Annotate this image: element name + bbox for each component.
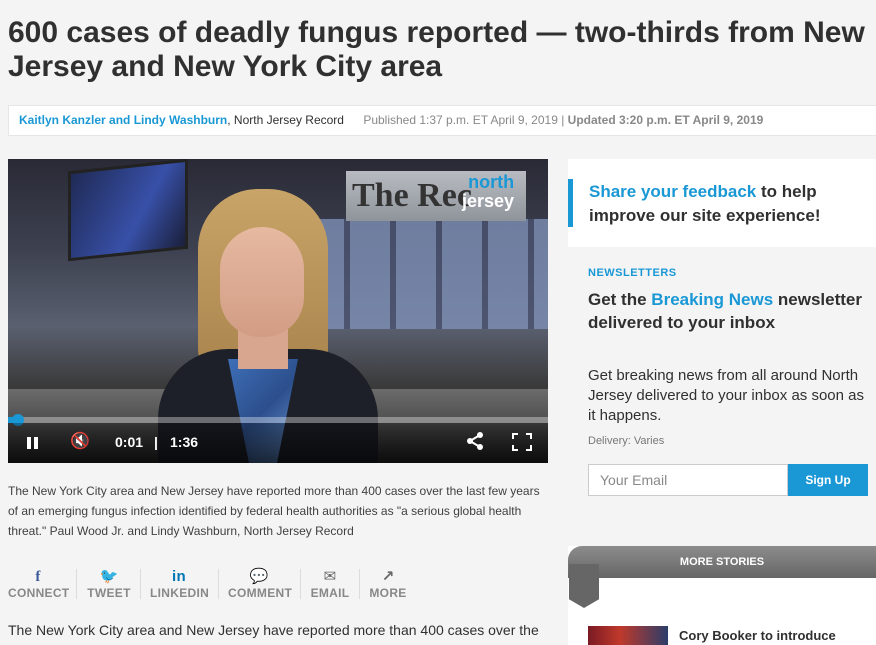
social-label: COMMENT: [228, 586, 293, 600]
envelope-icon: ✉: [323, 568, 337, 585]
tweet-button[interactable]: 🐦 TWEET: [86, 566, 132, 606]
story-thumbnail[interactable]: [588, 626, 668, 645]
newsletter-title-pre: Get the: [588, 290, 652, 309]
published-timestamp: Published 1:37 p.m. ET April 9, 2019 |: [363, 113, 568, 127]
newsletter-delivery: Delivery: Varies: [588, 435, 665, 447]
social-label: LINKEDIN: [150, 586, 210, 600]
linkedin-icon: in: [172, 568, 186, 585]
twitter-icon: 🐦: [99, 568, 119, 585]
social-label: CONNECT: [8, 586, 70, 600]
logo-line-2: jersey: [462, 191, 515, 211]
facebook-connect-button[interactable]: f CONNECT: [8, 566, 70, 606]
author-link[interactable]: Kaitlyn Kanzler and Lindy Washburn: [19, 113, 227, 127]
more-share-icon: ↗: [381, 568, 395, 585]
more-stories-header: MORE STORIES: [568, 546, 876, 578]
newsletters-label: NEWSLETTERS: [588, 267, 677, 279]
video-current-time: 0:01: [115, 434, 144, 450]
video-duration: 1:36: [170, 434, 199, 450]
newsletter-description: Get breaking news from all around North …: [588, 367, 864, 424]
feedback-link[interactable]: Share your feedback: [589, 182, 756, 201]
north-jersey-logo: north jersey: [462, 173, 514, 211]
fullscreen-icon[interactable]: [512, 431, 534, 453]
feedback-accent-bar: [568, 179, 573, 227]
story-title-link[interactable]: Cory Booker to introduce: [679, 628, 869, 643]
social-label: EMAIL: [310, 586, 350, 600]
more-stories-ribbon: [569, 564, 599, 608]
comment-button[interactable]: 💬 COMMENT: [228, 566, 293, 606]
mute-icon[interactable]: 🔇: [70, 431, 92, 453]
logo-line-1: north: [468, 172, 515, 192]
byline-org: , North Jersey Record: [227, 113, 344, 127]
video-controls: 🔇 0:01 | 1:36: [8, 423, 548, 463]
sign-up-button[interactable]: Sign Up: [788, 464, 868, 496]
comment-icon: 💬: [249, 568, 269, 585]
updated-timestamp: Updated 3:20 p.m. ET April 9, 2019: [567, 113, 764, 127]
email-share-button[interactable]: ✉ EMAIL: [310, 566, 350, 606]
pause-icon[interactable]: [26, 431, 40, 453]
video-caption: The New York City area and New Jersey ha…: [8, 484, 540, 538]
email-input[interactable]: [588, 464, 788, 496]
video-player[interactable]: The Rec north jersey 🔇 0:01 | 1:36: [8, 159, 548, 463]
breaking-news-link[interactable]: Breaking News: [651, 290, 773, 309]
social-label: MORE: [369, 586, 407, 600]
feedback-box: Share your feedback to help improve our …: [568, 159, 876, 247]
share-icon[interactable]: [466, 431, 484, 453]
social-label: TWEET: [87, 586, 131, 600]
newsletter-title: Get the Breaking News newsletter deliver…: [588, 288, 873, 334]
social-share-bar: f CONNECT 🐦 TWEET in LINKEDIN 💬 COMMENT …: [0, 566, 420, 606]
more-share-button[interactable]: ↗ MORE: [368, 566, 408, 606]
byline: Kaitlyn Kanzler and Lindy Washburn, Nort…: [8, 105, 876, 136]
article-headline: 600 cases of deadly fungus reported — tw…: [8, 16, 865, 83]
linkedin-button[interactable]: in LINKEDIN: [150, 566, 210, 606]
feedback-text: Share your feedback to help improve our …: [589, 180, 869, 228]
facebook-icon: f: [35, 569, 41, 585]
more-stories-module: MORE STORIES Cory Booker to introduce: [568, 546, 876, 645]
video-time-separator: |: [154, 434, 158, 450]
article-body-paragraph: The New York City area and New Jersey ha…: [8, 622, 539, 638]
